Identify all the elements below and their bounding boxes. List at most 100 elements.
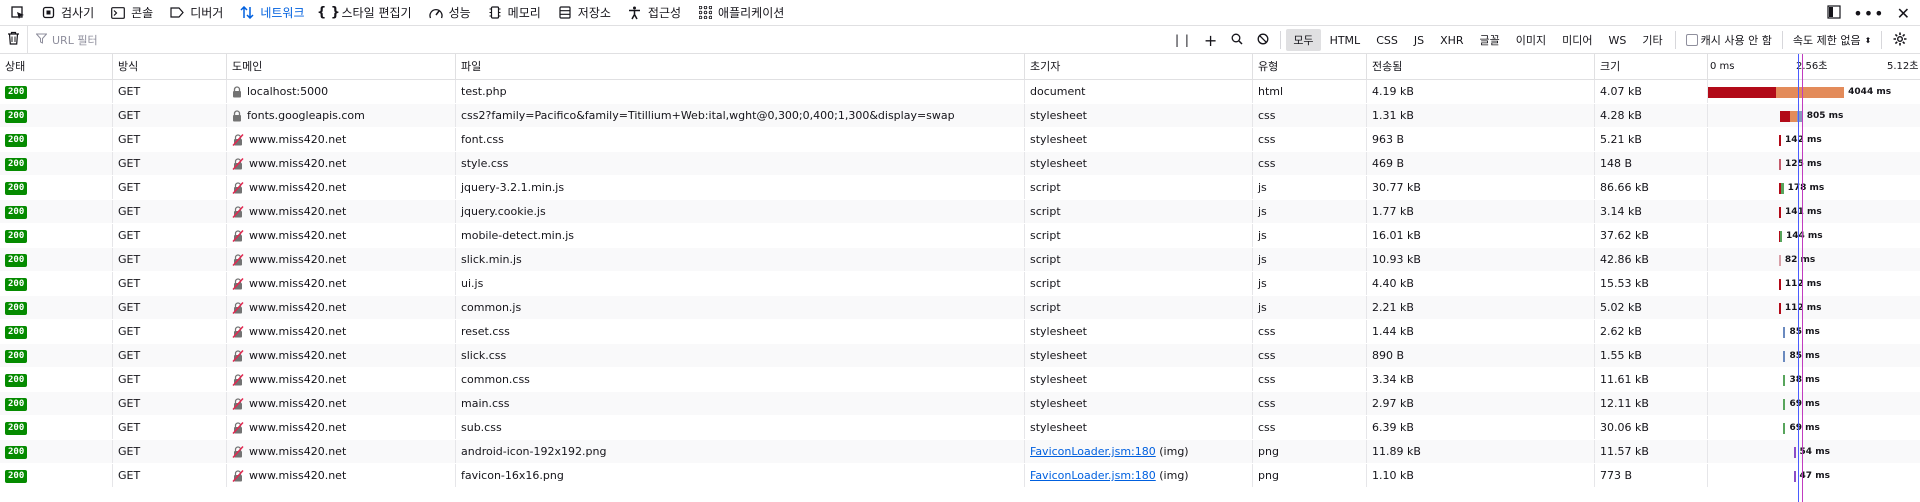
- column-header[interactable]: 크기: [1595, 54, 1708, 79]
- initiator-cell: stylesheet: [1025, 344, 1253, 367]
- tab-accessibility[interactable]: 접근성: [619, 0, 689, 26]
- initiator-link[interactable]: FaviconLoader.jsm:180: [1030, 445, 1156, 458]
- divider: [1881, 31, 1883, 49]
- divider: [1674, 31, 1676, 49]
- clear-button[interactable]: [0, 25, 28, 54]
- table-row[interactable]: 200 GET www.miss420.net common.css styleshee…: [0, 368, 1920, 392]
- tab-inspector[interactable]: 검사기: [32, 0, 102, 26]
- type-filter-chip[interactable]: JS: [1407, 31, 1431, 50]
- status-cell: 200: [0, 176, 113, 199]
- initiator-cell: stylesheet: [1025, 104, 1253, 127]
- status-badge: 200: [5, 133, 28, 147]
- dock-icon[interactable]: [1827, 4, 1841, 22]
- type-filter-chip[interactable]: XHR: [1433, 31, 1470, 50]
- column-header[interactable]: 방식: [113, 54, 227, 79]
- timing-bar: [1776, 87, 1845, 98]
- type-filter-chip[interactable]: WS: [1602, 31, 1634, 50]
- memory-icon: [487, 5, 503, 21]
- table-row[interactable]: 200 GET www.miss420.net common.js script js 2.…: [0, 296, 1920, 320]
- table-row[interactable]: 200 GET www.miss420.net jquery.cookie.js scr…: [0, 200, 1920, 224]
- table-row[interactable]: 200 GET localhost:5000 test.php document html…: [0, 80, 1920, 104]
- transferred-cell: 10.93 kB: [1367, 248, 1595, 271]
- search-button[interactable]: [1224, 26, 1250, 54]
- column-header[interactable]: 유형: [1253, 54, 1367, 79]
- initiator-text: script: [1030, 253, 1061, 266]
- column-header[interactable]: 상태: [0, 54, 113, 79]
- tab-network[interactable]: 네트워크: [231, 0, 312, 26]
- close-icon[interactable]: ✕: [1897, 4, 1910, 23]
- initiator-link[interactable]: FaviconLoader.jsm:180: [1030, 469, 1156, 482]
- table-row[interactable]: 200 GET www.miss420.net mobile-detect.min.j…: [0, 224, 1920, 248]
- waterfall-cell: 142 ms: [1708, 128, 1920, 151]
- table-row[interactable]: 200 GET www.miss420.net ui.js script js 4.40 k…: [0, 272, 1920, 296]
- table-row[interactable]: 200 GET www.miss420.net main.css stylesheet c…: [0, 392, 1920, 416]
- size-cell: 5.02 kB: [1595, 296, 1708, 319]
- type-filter-chip[interactable]: 기타: [1635, 29, 1669, 51]
- column-header[interactable]: 전송됨: [1367, 54, 1595, 79]
- table-row[interactable]: 200 GET www.miss420.net reset.css stylesheet…: [0, 320, 1920, 344]
- url-filter-input[interactable]: URL 필터: [52, 32, 98, 48]
- domain-cell: www.miss420.net: [227, 344, 456, 367]
- table-row[interactable]: 200 GET www.miss420.net slick.min.js script j…: [0, 248, 1920, 272]
- tab-storage[interactable]: 저장소: [549, 0, 619, 26]
- throttle-select[interactable]: 속도 제한 없음 ⬍: [1787, 32, 1877, 48]
- initiator-text: stylesheet: [1030, 349, 1087, 362]
- status-cell: 200: [0, 128, 113, 151]
- tab-memory[interactable]: 메모리: [479, 0, 549, 26]
- disable-cache-checkbox[interactable]: 캐시 사용 안 함: [1680, 32, 1778, 48]
- table-row[interactable]: 200 GET www.miss420.net favicon-16x16.png Fa…: [0, 464, 1920, 488]
- tab-console[interactable]: 콘솔: [102, 0, 161, 26]
- table-row[interactable]: 200 GET www.miss420.net style.css stylesheet…: [0, 152, 1920, 176]
- table-row[interactable]: 200 GET www.miss420.net font.css stylesheet c…: [0, 128, 1920, 152]
- domain-text: www.miss420.net: [249, 420, 347, 434]
- column-header[interactable]: 파일: [456, 54, 1025, 79]
- settings-button[interactable]: [1886, 26, 1914, 54]
- column-header[interactable]: 도메인: [227, 54, 456, 79]
- more-options-icon[interactable]: •••: [1853, 4, 1884, 23]
- domain-cell: localhost:5000: [227, 80, 456, 103]
- table-row[interactable]: 200 GET www.miss420.net android-icon-192x19…: [0, 440, 1920, 464]
- initiator-cell: stylesheet: [1025, 392, 1253, 415]
- domain-cell: www.miss420.net: [227, 320, 456, 343]
- block-button[interactable]: [1250, 26, 1276, 54]
- insecure-lock-icon: [232, 373, 244, 386]
- type-filter-chip[interactable]: 모두: [1286, 29, 1321, 51]
- add-button[interactable]: +: [1197, 26, 1224, 54]
- initiator-suffix: (img): [1159, 445, 1189, 458]
- file-cell: common.js: [456, 296, 1025, 319]
- column-header[interactable]: 초기자: [1025, 54, 1253, 79]
- domain-cell: www.miss420.net: [227, 176, 456, 199]
- tab-performance[interactable]: 성능: [420, 0, 479, 26]
- table-row[interactable]: 200 GET www.miss420.net slick.css stylesheet…: [0, 344, 1920, 368]
- checkbox-box[interactable]: [1685, 34, 1698, 46]
- pause-button[interactable]: | |: [1168, 26, 1197, 54]
- status-badge: 200: [5, 325, 28, 339]
- table-row[interactable]: 200 GET fonts.googleapis.com css2?family=Pa…: [0, 104, 1920, 128]
- type-filter-chip[interactable]: 글꼴: [1473, 29, 1507, 51]
- type-filter-chip[interactable]: 이미지: [1509, 29, 1553, 51]
- table-row[interactable]: 200 GET www.miss420.net sub.css stylesheet cs…: [0, 416, 1920, 440]
- console-icon: [110, 5, 126, 21]
- size-cell: 15.53 kB: [1595, 272, 1708, 295]
- domain-text: www.miss420.net: [249, 396, 347, 410]
- tab-application[interactable]: 애플리케이션: [689, 0, 792, 26]
- table-row[interactable]: 200 GET www.miss420.net jquery-3.2.1.min.js…: [0, 176, 1920, 200]
- throttle-label: 속도 제한 없음: [1792, 34, 1861, 47]
- waterfall-cell: 178 ms: [1708, 176, 1920, 199]
- domain-text: www.miss420.net: [249, 276, 347, 290]
- divider: [1280, 31, 1282, 49]
- type-filter-chip[interactable]: HTML: [1323, 31, 1368, 50]
- timing-label: 805 ms: [1806, 111, 1844, 121]
- type-filter-chip[interactable]: 미디어: [1555, 29, 1599, 51]
- domain-cell: www.miss420.net: [227, 248, 456, 271]
- url-filter[interactable]: URL 필터: [28, 32, 98, 48]
- element-picker-button[interactable]: [4, 0, 32, 26]
- size-cell: 2.62 kB: [1595, 320, 1708, 343]
- waterfall-header[interactable]: 0 ms 2.56초 5.12초: [1708, 54, 1920, 79]
- method-cell: GET: [113, 272, 227, 295]
- tab-style-editor[interactable]: { } 스타일 편집기: [313, 0, 420, 26]
- network-filter-bar: URL 필터 | | + 모두 HTML CSS JS XHR 글꼴 이미지 미디어 WS 기타 …: [0, 25, 1920, 54]
- size-cell: 42.86 kB: [1595, 248, 1708, 271]
- tab-debugger[interactable]: 디버거: [161, 0, 231, 26]
- type-filter-chip[interactable]: CSS: [1369, 31, 1405, 50]
